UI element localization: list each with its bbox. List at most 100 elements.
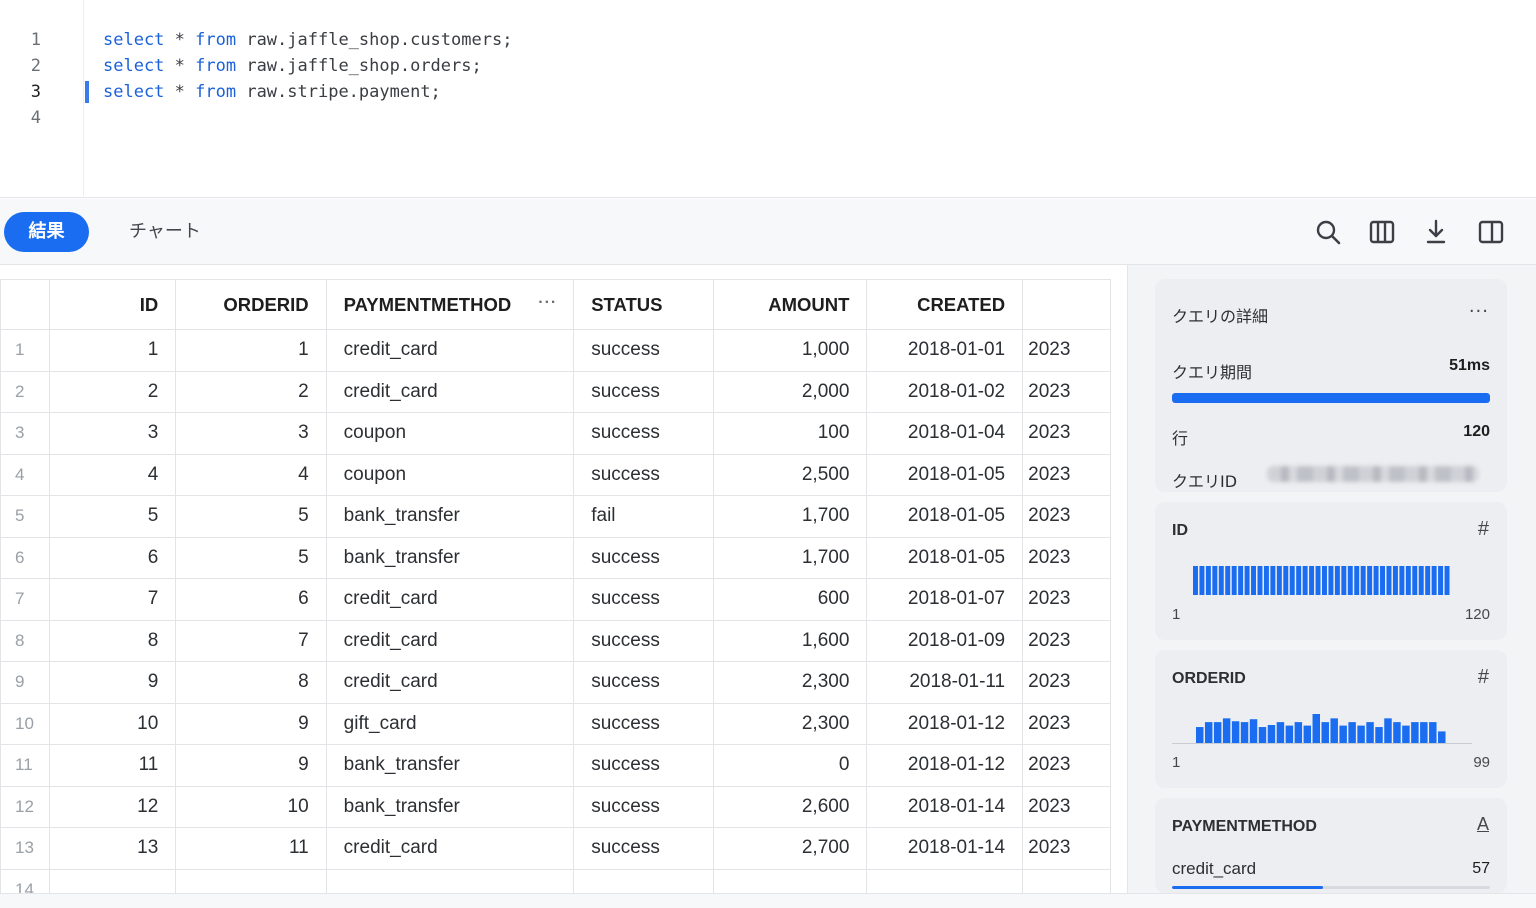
column-header-amount[interactable]: AMOUNT	[713, 279, 868, 330]
cell-id[interactable]: 13	[49, 827, 177, 870]
cell-amount[interactable]: 1,000	[713, 329, 868, 372]
id-histogram-bar[interactable]	[1438, 566, 1444, 595]
cell-status[interactable]: success	[573, 744, 715, 787]
cell-paymentmethod[interactable]: coupon	[325, 453, 575, 496]
cell-id[interactable]: 6	[49, 536, 177, 579]
cell-overflow[interactable]: 2023	[1022, 702, 1111, 745]
cell-created[interactable]: 2018-01-07	[866, 578, 1024, 621]
id-histogram-bar[interactable]	[1431, 566, 1437, 595]
id-histogram-bar[interactable]	[1238, 566, 1244, 595]
cell-orderid[interactable]	[175, 868, 327, 893]
table-row[interactable]: 5 5 5 bank_transfer fail 1,700 2018-01-05 2023	[0, 495, 1111, 538]
cell-orderid[interactable]: 9	[175, 702, 327, 745]
cell-amount[interactable]: 2,500	[713, 453, 868, 496]
cell-overflow[interactable]: 2023	[1022, 329, 1111, 372]
id-histogram-bar[interactable]	[1425, 566, 1431, 595]
columns-icon[interactable]	[1368, 218, 1396, 246]
orderid-histogram-bar[interactable]	[1204, 722, 1213, 743]
id-histogram-bar[interactable]	[1212, 566, 1218, 595]
tab-chart[interactable]: チャート	[129, 212, 201, 252]
cell-orderid[interactable]: 11	[175, 827, 327, 870]
cell-status[interactable]: success	[573, 619, 715, 662]
id-histogram-bar[interactable]	[1399, 566, 1405, 595]
orderid-histogram-bar[interactable]	[1339, 725, 1347, 743]
cell-paymentmethod[interactable]: credit_card	[325, 578, 575, 621]
cell-status[interactable]: success	[573, 578, 715, 621]
orderid-histogram-bar[interactable]	[1240, 722, 1249, 743]
orderid-histogram-bar[interactable]	[1375, 727, 1383, 743]
id-histogram-bar[interactable]	[1418, 566, 1424, 595]
code-line-2[interactable]: 2 select * from raw.jaffle_shop.orders;	[0, 53, 1536, 79]
cell-status[interactable]: success	[573, 702, 715, 745]
id-histogram-bar[interactable]	[1347, 566, 1353, 595]
cell-created[interactable]: 2018-01-14	[866, 827, 1024, 870]
cell-overflow[interactable]: 2023	[1022, 495, 1111, 538]
id-histogram-bar[interactable]	[1405, 566, 1411, 595]
id-histogram-bar[interactable]	[1444, 566, 1450, 595]
id-histogram-bar[interactable]	[1380, 566, 1385, 595]
cell-created[interactable]: 2018-01-09	[866, 619, 1024, 662]
table-row[interactable]: 13 13 11 credit_card success 2,700 2018-01-14 2…	[0, 827, 1111, 870]
table-row[interactable]: 12 12 10 bank_transfer success 2,600 2018-01-1…	[0, 785, 1111, 828]
cell-id[interactable]: 7	[49, 578, 177, 621]
cell-id[interactable]: 10	[49, 702, 177, 745]
cell-overflow[interactable]	[1022, 868, 1111, 893]
code-text[interactable]: select * from raw.jaffle_shop.orders;	[103, 53, 482, 79]
cell-amount[interactable]: 1,600	[713, 619, 868, 662]
id-histogram-bar[interactable]	[1309, 566, 1315, 595]
id-histogram-bar[interactable]	[1244, 566, 1250, 595]
cell-overflow[interactable]: 2023	[1022, 370, 1111, 413]
id-histogram-bar[interactable]	[1322, 566, 1327, 595]
cell-paymentmethod[interactable]: bank_transfer	[325, 495, 575, 538]
cell-overflow[interactable]: 2023	[1022, 453, 1111, 496]
id-histogram-bar[interactable]	[1367, 566, 1373, 595]
code-line-1[interactable]: 1 select * from raw.jaffle_shop.customer…	[0, 27, 1536, 53]
id-histogram-bar[interactable]	[1205, 566, 1211, 595]
cell-id[interactable]: 2	[49, 370, 177, 413]
cell-status[interactable]: success	[573, 329, 715, 372]
table-row[interactable]: 2 2 2 credit_card success 2,000 2018-01-02 2023	[0, 370, 1111, 413]
table-row[interactable]: 4 4 4 coupon success 2,500 2018-01-05 2023	[0, 453, 1111, 496]
code-text[interactable]: select * from raw.stripe.payment;	[103, 79, 441, 105]
cell-amount[interactable]: 600	[713, 578, 868, 621]
cell-status[interactable]: success	[573, 536, 715, 579]
orderid-histogram-bar[interactable]	[1276, 722, 1285, 743]
id-histogram-bar[interactable]	[1257, 566, 1263, 595]
orderid-histogram-bar[interactable]	[1222, 718, 1231, 743]
orderid-histogram-bar[interactable]	[1258, 727, 1267, 743]
id-histogram-bar[interactable]	[1354, 566, 1360, 595]
orderid-histogram-bar[interactable]	[1384, 718, 1392, 743]
id-histogram-bar[interactable]	[1386, 566, 1392, 595]
sql-editor[interactable]: 1 select * from raw.jaffle_shop.customer…	[0, 0, 1536, 198]
cell-orderid[interactable]: 9	[175, 744, 327, 787]
code-line-3[interactable]: 3 select * from raw.stripe.payment;	[0, 79, 1536, 105]
id-histogram-bar[interactable]	[1341, 566, 1347, 595]
id-histogram-bar[interactable]	[1225, 566, 1231, 595]
results-grid[interactable]: ID ORDERID PAYMENTMETHOD ··· STATUS AMOUN…	[0, 279, 1111, 893]
cell-paymentmethod[interactable]: credit_card	[325, 329, 575, 372]
id-histogram-bar[interactable]	[1334, 566, 1340, 595]
orderid-histogram-bar[interactable]	[1420, 722, 1428, 743]
table-row[interactable]: 11 11 9 bank_transfer success 0 2018-01-12 2023	[0, 744, 1111, 787]
cell-amount[interactable]: 1,700	[713, 536, 868, 579]
cell-amount[interactable]: 1,700	[713, 495, 868, 538]
id-histogram-bar[interactable]	[1199, 566, 1205, 595]
orderid-histogram-bar[interactable]	[1231, 721, 1240, 743]
cell-status[interactable]: success	[573, 661, 715, 704]
id-histogram-bar[interactable]	[1315, 566, 1321, 595]
cell-id[interactable]	[49, 868, 177, 893]
orderid-histogram-bar[interactable]	[1213, 722, 1222, 743]
cell-orderid[interactable]: 2	[175, 370, 327, 413]
id-histogram-bar[interactable]	[1296, 566, 1302, 595]
download-icon[interactable]	[1422, 218, 1450, 246]
cell-orderid[interactable]: 5	[175, 495, 327, 538]
orderid-histogram-bar[interactable]	[1411, 722, 1419, 743]
cell-id[interactable]: 9	[49, 661, 177, 704]
id-histogram-bar[interactable]	[1302, 566, 1308, 595]
code-line-4[interactable]: 4	[0, 105, 1536, 131]
cell-id[interactable]: 1	[49, 329, 177, 372]
orderid-histogram-bar[interactable]	[1285, 725, 1294, 743]
id-histogram-bar[interactable]	[1360, 566, 1366, 595]
cell-amount[interactable]: 2,000	[713, 370, 868, 413]
id-histogram-bar[interactable]	[1392, 566, 1398, 595]
